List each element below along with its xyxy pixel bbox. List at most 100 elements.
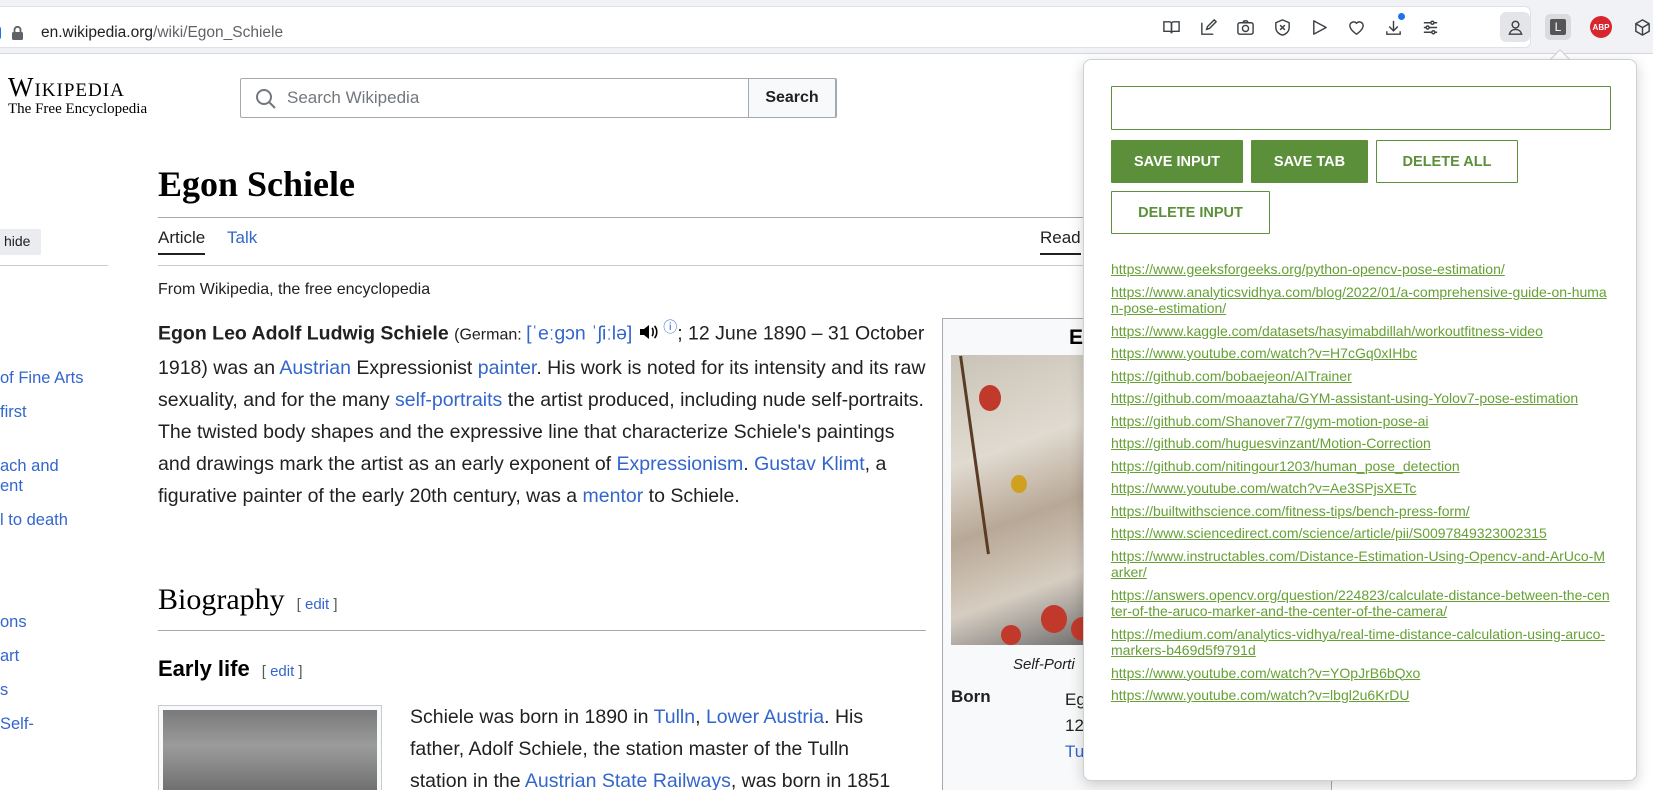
infobox-title: E [1069, 326, 1084, 349]
ipa-link[interactable]: [ˈeːɡɔn ˈʃiːlə] [526, 323, 632, 345]
speaker-icon[interactable] [638, 324, 658, 340]
download-badge [1398, 13, 1405, 20]
edit-icon[interactable] [1194, 13, 1222, 41]
reader-mode-icon[interactable] [1157, 13, 1185, 41]
wikipedia-logo[interactable]: Wikipedia The Free Encyclopedia [8, 72, 147, 118]
camera-icon[interactable] [1231, 13, 1259, 41]
saved-link[interactable]: https://www.youtube.com/watch?v=lbgl2u6K… [1111, 687, 1611, 704]
lock-icon[interactable] [11, 25, 24, 41]
heart-icon[interactable] [1342, 13, 1370, 41]
toc-item[interactable]: first [0, 402, 27, 423]
toc-item[interactable]: ons [0, 612, 27, 633]
toc-item[interactable]: l to death [0, 510, 68, 531]
url-host: en.wikipedia.org [41, 24, 154, 41]
lead-text: . [743, 452, 755, 475]
saved-link[interactable]: https://answers.opencv.org/question/2248… [1111, 587, 1611, 620]
link-austrian[interactable]: Austrian [279, 357, 351, 379]
save-input-button[interactable]: SAVE INPUT [1111, 140, 1243, 183]
link-mentor[interactable]: mentor [583, 485, 644, 507]
link-lower-austria[interactable]: Lower Austria [706, 706, 824, 728]
toc-item[interactable]: of Fine Arts [0, 368, 83, 389]
logo-tagline: The Free Encyclopedia [8, 101, 148, 117]
tab-talk[interactable]: Talk [227, 223, 257, 253]
infobox-caption: Self-Porti [1013, 656, 1075, 673]
search-input[interactable] [287, 79, 787, 117]
link-tulln[interactable]: Tulln [654, 706, 696, 728]
browser-window: en.wikipedia.org/wiki/Egon_Schiele L ABP… [0, 0, 1653, 790]
search-button[interactable]: Search [748, 78, 836, 118]
download-icon[interactable] [1379, 13, 1407, 41]
saved-link[interactable]: https://www.instructables.com/Distance-E… [1111, 548, 1611, 581]
toc-item[interactable]: art [0, 646, 19, 667]
address-bar[interactable]: en.wikipedia.org/wiki/Egon_Schiele [0, 6, 1531, 48]
saved-link[interactable]: https://builtwithscience.com/fitness-tip… [1111, 503, 1611, 520]
link-painter[interactable]: painter [478, 357, 537, 379]
url-text[interactable]: en.wikipedia.org/wiki/Egon_Schiele [41, 24, 283, 42]
url-path: /wiki/Egon_Schiele [153, 24, 284, 41]
delete-all-button[interactable]: DELETE ALL [1376, 140, 1518, 183]
saved-link[interactable]: https://www.kaggle.com/datasets/hasyimab… [1111, 323, 1611, 340]
delete-input-button[interactable]: DELETE INPUT [1111, 191, 1270, 234]
saved-link[interactable]: https://www.youtube.com/watch?v=Ae3SPjsX… [1111, 480, 1611, 497]
tagline: From Wikipedia, the free encyclopedia [158, 281, 431, 298]
saved-link[interactable]: https://github.com/huguesvinzant/Motion-… [1111, 435, 1611, 452]
saved-link[interactable]: https://www.geeksforgeeks.org/python-ope… [1111, 261, 1611, 278]
page-title: Egon Schiele [158, 164, 356, 204]
popup-text-input[interactable] [1111, 86, 1611, 130]
link-expressionism[interactable]: Expressionism [617, 453, 744, 475]
play-icon[interactable] [1305, 13, 1333, 41]
lead-text: Expressionist [350, 356, 478, 379]
settings-icon[interactable] [1416, 13, 1444, 41]
sidebar-toggle-icon[interactable] [0, 26, 1, 40]
edit-section: [ edit ] [296, 596, 338, 613]
profile-icon[interactable] [1500, 12, 1530, 42]
tab-article[interactable]: Article [158, 223, 206, 255]
saved-link[interactable]: https://github.com/nitingour1203/human_p… [1111, 458, 1611, 475]
shield-icon[interactable] [1268, 13, 1296, 41]
link-klimt[interactable]: Gustav Klimt [754, 453, 865, 475]
saved-link[interactable]: https://github.com/bobaejeon/AITrainer [1111, 368, 1611, 385]
extension-l-label: L [1550, 19, 1566, 35]
heading-text: Early life [158, 656, 250, 681]
abp-label: ABP [1592, 22, 1610, 32]
section-divider [158, 630, 926, 631]
browser-toolbar: en.wikipedia.org/wiki/Egon_Schiele L ABP [0, 0, 1653, 54]
search-box: Search [240, 78, 837, 118]
early-life-paragraph: Schiele was born in 1890 in Tulln, Lower… [410, 701, 910, 790]
toc-item[interactable]: Self- [0, 714, 34, 735]
search-icon [256, 89, 276, 109]
toc-hide-button[interactable]: hide [0, 229, 41, 255]
adblock-plus-icon[interactable]: ABP [1590, 16, 1612, 38]
born-place-link[interactable]: Tu [1065, 742, 1084, 761]
extension-l-icon[interactable]: L [1545, 14, 1571, 40]
saved-link[interactable]: https://medium.com/analytics-vidhya/real… [1111, 626, 1611, 659]
saved-link[interactable]: https://www.youtube.com/watch?v=YOpJrB6b… [1111, 665, 1611, 682]
painting-berry [1011, 475, 1027, 493]
info-icon[interactable]: ⓘ [663, 319, 677, 335]
link-railways[interactable]: Austrian State Railways [525, 770, 731, 790]
save-tab-button[interactable]: SAVE TAB [1251, 140, 1368, 183]
heading-text: Biography [158, 583, 285, 616]
lead-text: to Schiele. [643, 484, 740, 507]
lead-paragraph: Egon Leo Adolf Ludwig Schiele (German: [… [158, 311, 928, 512]
subject-name: Egon Leo Adolf Ludwig Schiele [158, 322, 449, 345]
para-text: , was born in 1851 [730, 770, 891, 790]
section-heading-early-life: Early life [ edit ] [158, 656, 303, 682]
saved-links-list: https://www.geeksforgeeks.org/python-ope… [1111, 261, 1611, 710]
tab-read[interactable]: Read [1040, 223, 1081, 255]
toc-item[interactable]: ach and [0, 456, 59, 477]
title-divider [158, 217, 1088, 218]
saved-link[interactable]: https://www.youtube.com/watch?v=H7cGq0xI… [1111, 345, 1611, 362]
saved-link[interactable]: https://www.sciencedirect.com/science/ar… [1111, 525, 1611, 542]
link-self-portraits[interactable]: self-portraits [395, 389, 502, 411]
toc-item[interactable]: s [0, 680, 8, 701]
toc-item[interactable]: ent [0, 476, 23, 497]
logo-title: Wikipedia [8, 72, 125, 102]
saved-link[interactable]: https://github.com/moaaztaha/GYM-assista… [1111, 390, 1611, 407]
early-life-thumbnail[interactable] [158, 705, 382, 790]
edit-link[interactable]: edit [305, 596, 329, 613]
saved-link[interactable]: https://www.analyticsvidhya.com/blog/202… [1111, 284, 1611, 317]
extensions-cube-icon[interactable] [1628, 13, 1653, 41]
saved-link[interactable]: https://github.com/Shanover77/gym-motion… [1111, 413, 1611, 430]
edit-link[interactable]: edit [270, 663, 294, 680]
